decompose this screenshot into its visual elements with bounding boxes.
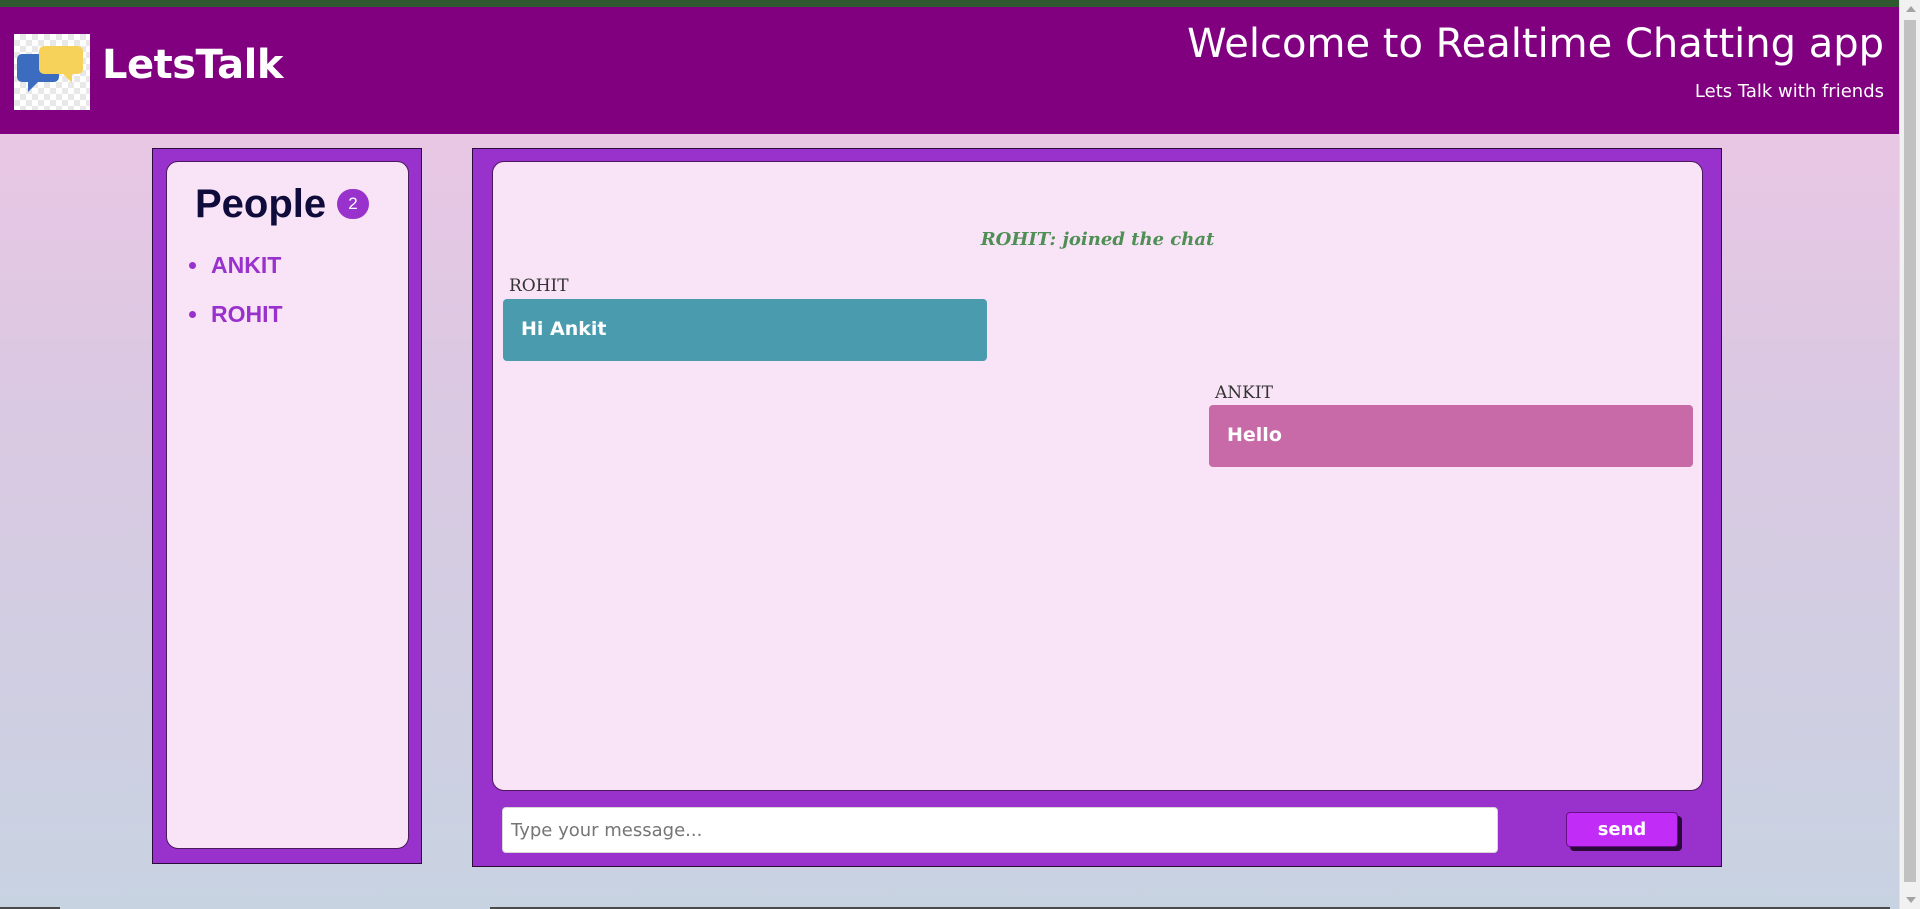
scroll-thumb[interactable] <box>1904 20 1916 882</box>
app-header: LetsTalk Welcome to Realtime Chatting ap… <box>0 7 1899 134</box>
people-count-badge: 2 <box>337 189 369 219</box>
chat-bubbles-icon <box>14 34 90 110</box>
list-item[interactable]: ROHIT <box>187 301 283 350</box>
person-name: ANKIT <box>211 252 282 278</box>
scroll-down-icon[interactable] <box>1906 897 1916 903</box>
brand-name: LetsTalk <box>102 42 283 88</box>
page-title: Welcome to Realtime Chatting app <box>1187 21 1884 67</box>
message-input[interactable] <box>502 807 1498 853</box>
scroll-up-icon[interactable] <box>1906 6 1916 12</box>
people-list: ANKIT ROHIT <box>187 252 283 350</box>
send-button[interactable]: send <box>1566 812 1678 847</box>
people-panel: People 2 ANKIT ROHIT <box>152 148 422 864</box>
person-name: ROHIT <box>211 301 283 327</box>
bullet-icon <box>189 262 196 269</box>
message-sender: ROHIT <box>509 276 569 296</box>
window-top-strip <box>0 0 1899 7</box>
page-subtitle: Lets Talk with friends <box>1694 81 1884 102</box>
message-bubble-left: Hi Ankit <box>503 299 987 361</box>
people-card: People 2 ANKIT ROHIT <box>166 161 409 849</box>
message-bubble-right: Hello <box>1209 405 1693 467</box>
list-item[interactable]: ANKIT <box>187 252 283 301</box>
people-heading: People <box>195 182 327 226</box>
bullet-icon <box>189 311 196 318</box>
vertical-scrollbar[interactable] <box>1899 0 1920 909</box>
chat-panel: ROHIT: joined the chat ROHIT Hi Ankit AN… <box>472 148 1722 867</box>
join-notification: ROHIT: joined the chat <box>980 229 1215 250</box>
message-area[interactable]: ROHIT: joined the chat ROHIT Hi Ankit AN… <box>492 161 1703 791</box>
message-sender: ANKIT <box>1215 383 1273 403</box>
